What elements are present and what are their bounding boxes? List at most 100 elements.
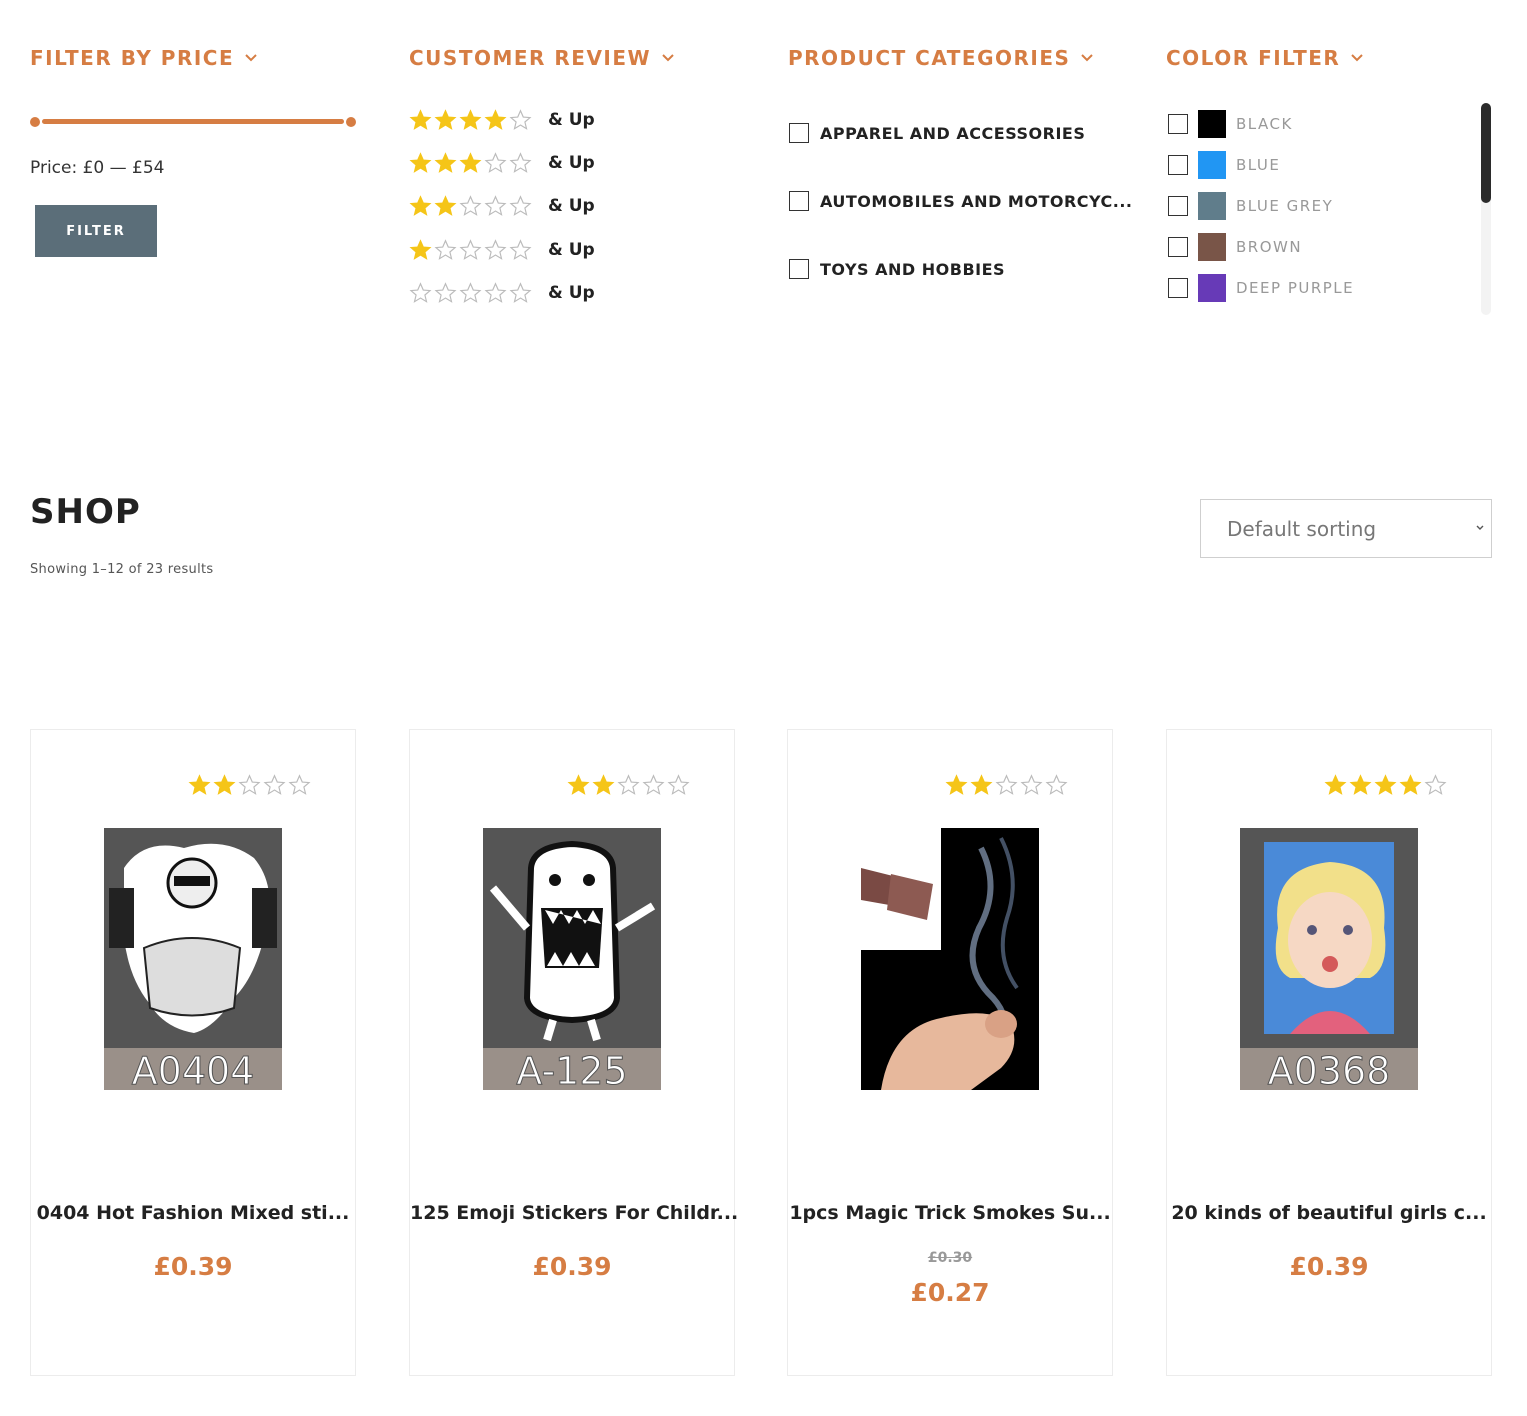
star-filled-icon xyxy=(459,152,482,173)
color-swatch xyxy=(1198,151,1226,179)
product-name[interactable]: 0404 Hot Fashion Mixed sti... xyxy=(31,1202,355,1224)
product-image[interactable]: A-125 xyxy=(483,828,661,1090)
sort-select[interactable]: Default sorting xyxy=(1200,499,1492,558)
product-rating xyxy=(188,774,311,796)
review-option-label: & Up xyxy=(548,153,595,173)
category-option-toys[interactable]: TOYS AND HOBBIES xyxy=(789,256,1005,282)
review-option-label: & Up xyxy=(548,110,595,130)
product-rating xyxy=(1324,774,1447,796)
price-slider-track xyxy=(42,119,344,124)
filter-button[interactable]: FILTER xyxy=(35,205,157,257)
star-empty-icon xyxy=(434,239,457,260)
chevron-down-icon xyxy=(1081,54,1094,62)
price-range-slider[interactable] xyxy=(30,117,356,127)
category-option-apparel[interactable]: APPAREL AND ACCESSORIES xyxy=(789,120,1085,146)
star-filled-icon xyxy=(1399,774,1422,795)
category-label: TOYS AND HOBBIES xyxy=(820,259,1006,279)
color-option-blue[interactable]: BLUE xyxy=(1168,151,1280,179)
star-empty-icon xyxy=(1020,774,1043,795)
product-card[interactable]: 1pcs Magic Trick Smokes Su... £0.30 £0.2… xyxy=(787,729,1113,1376)
color-option-brown[interactable]: BROWN xyxy=(1168,233,1302,261)
category-checkbox[interactable] xyxy=(789,259,809,279)
star-empty-icon xyxy=(263,774,286,795)
product-image[interactable] xyxy=(861,828,1039,1090)
category-checkbox[interactable] xyxy=(789,191,809,211)
product-card[interactable]: A-125 125 Emoji Stickers For Childr... £… xyxy=(409,729,738,1376)
star-filled-icon xyxy=(409,152,432,173)
color-checkbox[interactable] xyxy=(1168,278,1188,298)
color-swatch xyxy=(1198,233,1226,261)
review-option-label: & Up xyxy=(548,240,595,260)
review-option-3[interactable]: & Up xyxy=(409,150,595,176)
star-empty-icon xyxy=(238,774,261,795)
star-rating xyxy=(409,282,532,304)
product-price: £0.39 xyxy=(153,1252,233,1281)
color-list-scrollbar-thumb[interactable] xyxy=(1481,103,1491,203)
chevron-down-icon xyxy=(662,54,674,62)
review-option-2[interactable]: & Up xyxy=(409,193,595,219)
category-label: AUTOMOBILES AND MOTORCYC... xyxy=(820,191,1133,211)
star-filled-icon xyxy=(945,774,968,795)
review-filter-header[interactable]: CUSTOMER REVIEW xyxy=(409,40,675,76)
product-name[interactable]: 1pcs Magic Trick Smokes Su... xyxy=(788,1202,1112,1224)
product-card[interactable]: A0368 20 kinds of beautiful girls c... £… xyxy=(1166,729,1492,1376)
price-slider-min-handle[interactable] xyxy=(30,117,40,127)
review-option-4[interactable]: & Up xyxy=(409,107,595,133)
star-empty-icon xyxy=(288,774,311,795)
star-rating xyxy=(409,239,532,261)
color-checkbox[interactable] xyxy=(1168,155,1188,175)
star-rating xyxy=(409,152,532,174)
star-empty-icon xyxy=(617,774,640,795)
star-empty-icon xyxy=(509,239,532,260)
product-image-code: A-125 xyxy=(516,1049,627,1090)
star-filled-icon xyxy=(188,774,211,795)
product-image[interactable]: A0368 xyxy=(1240,828,1418,1090)
star-filled-icon xyxy=(592,774,615,795)
chevron-down-icon xyxy=(245,54,257,62)
price-filter-header[interactable]: FILTER BY PRICE xyxy=(30,40,258,76)
color-label: BLACK xyxy=(1236,115,1293,133)
color-filter-header[interactable]: COLOR FILTER xyxy=(1166,40,1364,76)
category-filter-title: PRODUCT CATEGORIES xyxy=(788,46,1071,70)
star-empty-icon xyxy=(667,774,690,795)
star-empty-icon xyxy=(484,282,507,303)
price-slider-max-handle[interactable] xyxy=(346,117,356,127)
product-name[interactable]: 20 kinds of beautiful girls c... xyxy=(1167,1202,1491,1224)
star-rating xyxy=(409,109,532,131)
color-option-black[interactable]: BLACK xyxy=(1168,110,1293,138)
category-filter-header[interactable]: PRODUCT CATEGORIES xyxy=(788,40,1094,76)
category-checkbox[interactable] xyxy=(789,123,809,143)
product-price: £0.39 xyxy=(532,1252,612,1281)
review-option-1[interactable]: & Up xyxy=(409,237,595,263)
sort-select-value: Default sorting xyxy=(1227,516,1377,541)
color-label: BROWN xyxy=(1236,238,1303,256)
star-filled-icon xyxy=(434,109,457,130)
product-old-price: £0.30 xyxy=(927,1250,973,1266)
color-swatch xyxy=(1198,192,1226,220)
star-empty-icon xyxy=(509,195,532,216)
product-name[interactable]: 125 Emoji Stickers For Childr... xyxy=(410,1202,738,1224)
color-option-deep-purple[interactable]: DEEP PURPLE xyxy=(1168,274,1354,302)
category-option-automobiles[interactable]: AUTOMOBILES AND MOTORCYC... xyxy=(789,188,1133,214)
review-option-label: & Up xyxy=(548,283,595,303)
color-swatch xyxy=(1198,110,1226,138)
star-filled-icon xyxy=(409,195,432,216)
star-filled-icon xyxy=(484,109,507,130)
color-option-blue-grey[interactable]: BLUE GREY xyxy=(1168,192,1333,220)
color-checkbox[interactable] xyxy=(1168,114,1188,134)
product-image[interactable]: A0404 xyxy=(104,828,282,1090)
color-checkbox[interactable] xyxy=(1168,196,1188,216)
product-card[interactable]: A0404 0404 Hot Fashion Mixed sti... £0.3… xyxy=(30,729,356,1376)
result-count: Showing 1–12 of 23 results xyxy=(30,562,214,577)
star-filled-icon xyxy=(213,774,236,795)
star-empty-icon xyxy=(995,774,1018,795)
star-empty-icon xyxy=(484,239,507,260)
review-option-0[interactable]: & Up xyxy=(409,280,595,306)
star-filled-icon xyxy=(567,774,590,795)
color-swatch xyxy=(1198,274,1226,302)
page-title: SHOP xyxy=(30,492,141,532)
color-filter-title: COLOR FILTER xyxy=(1166,46,1341,70)
product-price: £0.27 xyxy=(910,1278,990,1307)
star-empty-icon xyxy=(509,152,532,173)
color-checkbox[interactable] xyxy=(1168,237,1188,257)
